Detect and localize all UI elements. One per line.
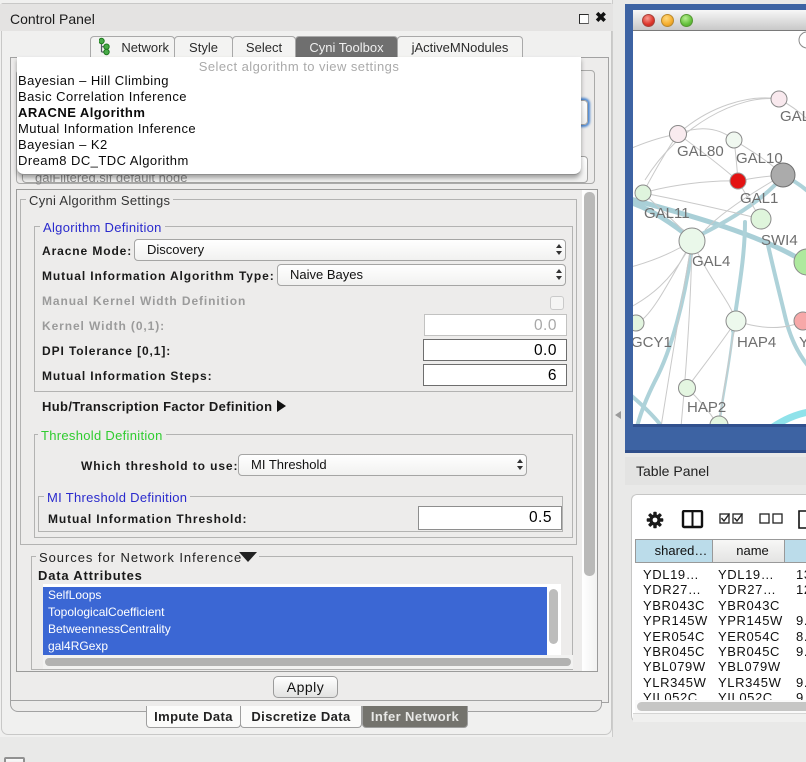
svg-text:GAL4: GAL4	[692, 253, 730, 270]
svg-text:GAL10: GAL10	[736, 150, 783, 167]
svg-text:GAL80: GAL80	[677, 143, 724, 160]
svg-text:Y: Y	[799, 334, 806, 351]
svg-text:HAP2: HAP2	[687, 399, 726, 416]
svg-text:GAL11: GAL11	[644, 205, 690, 222]
svg-text:GAL2: GAL2	[780, 108, 806, 125]
svg-text:GAL1: GAL1	[740, 190, 778, 207]
svg-text:SWI4: SWI4	[761, 232, 798, 249]
svg-text:GCY1: GCY1	[633, 334, 672, 351]
svg-text:HAP4: HAP4	[737, 334, 776, 351]
